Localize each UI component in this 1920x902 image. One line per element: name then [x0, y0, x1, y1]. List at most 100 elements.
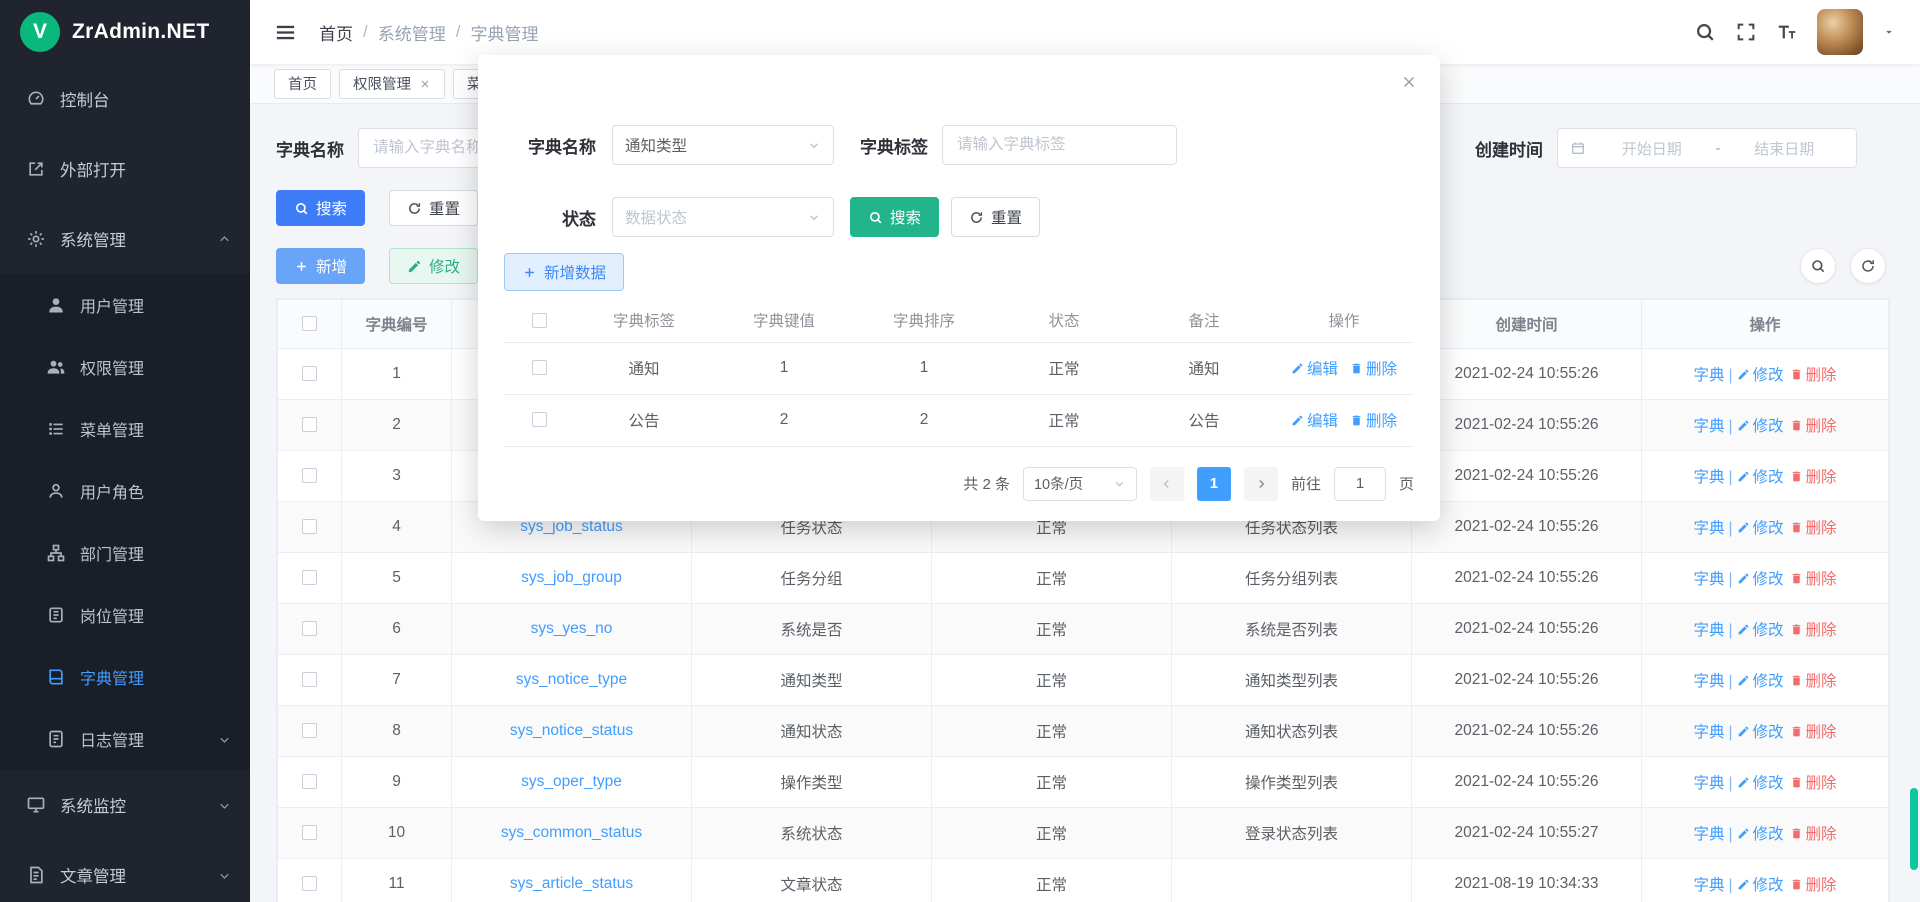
edit-link[interactable]: 修改 [1737, 469, 1784, 486]
dict-detail-link[interactable]: 字典 [1693, 520, 1724, 537]
dict-type-link[interactable]: sys_article_status [510, 875, 633, 892]
sidebar-item-department[interactable]: 部门管理 [0, 522, 250, 584]
delete-link[interactable]: 删除 [1350, 413, 1397, 430]
delete-link[interactable]: 删除 [1790, 724, 1837, 741]
dict-detail-link[interactable]: 字典 [1693, 826, 1724, 843]
edit-link[interactable]: 编辑 [1291, 361, 1338, 378]
breadcrumb-home[interactable]: 首页 [319, 20, 353, 45]
next-page-button[interactable] [1244, 467, 1278, 501]
edit-link[interactable]: 修改 [1737, 622, 1784, 639]
date-range-picker[interactable]: 开始日期 - 结束日期 [1557, 128, 1857, 168]
edit-link[interactable]: 修改 [1737, 877, 1784, 894]
dict-detail-link[interactable]: 字典 [1693, 571, 1724, 588]
add-button[interactable]: 新增 [276, 248, 365, 284]
edit-link[interactable]: 修改 [1737, 367, 1784, 384]
add-data-button[interactable]: 新增数据 [504, 253, 624, 291]
dialog-search-button[interactable]: 搜索 [850, 197, 939, 237]
dict-detail-link[interactable]: 字典 [1693, 724, 1724, 741]
dict-detail-link[interactable]: 字典 [1693, 469, 1724, 486]
edit-link[interactable]: 修改 [1737, 418, 1784, 435]
dict-type-link[interactable]: sys_job_group [521, 569, 622, 586]
dict-detail-link[interactable]: 字典 [1693, 775, 1724, 792]
row-checkbox[interactable] [302, 519, 317, 534]
avatar[interactable] [1817, 9, 1863, 55]
page-size-select[interactable]: 10条/页 [1023, 467, 1137, 501]
sidebar-item-dictionary[interactable]: 字典管理 [0, 646, 250, 708]
row-checkbox[interactable] [532, 412, 547, 427]
sidebar-item-monitor[interactable]: 系统监控 [0, 770, 250, 840]
dict-type-link[interactable]: sys_yes_no [531, 620, 613, 637]
dict-detail-link[interactable]: 字典 [1693, 673, 1724, 690]
delete-link[interactable]: 删除 [1790, 520, 1837, 537]
sidebar-item-user[interactable]: 用户管理 [0, 274, 250, 336]
row-checkbox[interactable] [302, 570, 317, 585]
dict-type-link[interactable]: sys_notice_status [510, 722, 633, 739]
row-checkbox[interactable] [302, 672, 317, 687]
tab-home[interactable]: 首页 [274, 69, 331, 99]
delete-link[interactable]: 删除 [1790, 775, 1837, 792]
delete-link[interactable]: 删除 [1790, 826, 1837, 843]
sidebar-item-menu[interactable]: 菜单管理 [0, 398, 250, 460]
prev-page-button[interactable] [1150, 467, 1184, 501]
edit-link[interactable]: 修改 [1737, 775, 1784, 792]
edit-link[interactable]: 修改 [1737, 571, 1784, 588]
dict-detail-link[interactable]: 字典 [1693, 622, 1724, 639]
delete-link[interactable]: 删除 [1790, 622, 1837, 639]
edit-link[interactable]: 修改 [1737, 826, 1784, 843]
row-checkbox[interactable] [532, 360, 547, 375]
select-all-checkbox[interactable] [532, 313, 547, 328]
row-checkbox[interactable] [302, 366, 317, 381]
sidebar-toggle-icon[interactable] [274, 21, 297, 44]
toggle-search-icon[interactable] [1800, 248, 1836, 284]
delete-link[interactable]: 删除 [1790, 877, 1837, 894]
sidebar-item-external[interactable]: 外部打开 [0, 134, 250, 204]
edit-link[interactable]: 编辑 [1291, 413, 1338, 430]
search-button[interactable]: 搜索 [276, 190, 365, 226]
delete-link[interactable]: 删除 [1790, 367, 1837, 384]
breadcrumb-system[interactable]: 系统管理 [378, 20, 446, 45]
select-all-checkbox[interactable] [302, 316, 317, 331]
status-select[interactable]: 数据状态 [612, 197, 834, 237]
page-scrollbar-thumb[interactable] [1910, 788, 1918, 870]
edit-button[interactable]: 修改 [389, 248, 478, 284]
sidebar-item-permission[interactable]: 权限管理 [0, 336, 250, 398]
edit-link[interactable]: 修改 [1737, 724, 1784, 741]
dict-type-link[interactable]: sys_oper_type [521, 773, 622, 790]
close-icon[interactable] [1400, 73, 1418, 91]
font-size-icon[interactable] [1776, 21, 1798, 43]
reset-button[interactable]: 重置 [389, 190, 478, 226]
sidebar-item-console[interactable]: 控制台 [0, 64, 250, 134]
row-checkbox[interactable] [302, 621, 317, 636]
delete-link[interactable]: 删除 [1790, 418, 1837, 435]
row-checkbox[interactable] [302, 468, 317, 483]
sidebar-item-role[interactable]: 用户角色 [0, 460, 250, 522]
search-icon[interactable] [1694, 21, 1716, 43]
refresh-icon[interactable] [1850, 248, 1886, 284]
edit-link[interactable]: 修改 [1737, 673, 1784, 690]
dict-name-select[interactable]: 通知类型 [612, 125, 834, 165]
sidebar-item-log[interactable]: 日志管理 [0, 708, 250, 770]
dict-type-link[interactable]: sys_common_status [501, 824, 642, 841]
sidebar-item-system[interactable]: 系统管理 [0, 204, 250, 274]
caret-down-icon[interactable] [1882, 25, 1896, 39]
delete-link[interactable]: 删除 [1350, 361, 1397, 378]
current-page-button[interactable]: 1 [1197, 467, 1231, 501]
goto-page-input[interactable] [1334, 467, 1386, 501]
dict-type-link[interactable]: sys_notice_type [516, 671, 627, 688]
tab-permission[interactable]: 权限管理 [339, 69, 445, 99]
dialog-reset-button[interactable]: 重置 [951, 197, 1040, 237]
row-checkbox[interactable] [302, 417, 317, 432]
row-checkbox[interactable] [302, 723, 317, 738]
dict-label-input[interactable] [942, 125, 1177, 165]
delete-link[interactable]: 删除 [1790, 469, 1837, 486]
row-checkbox[interactable] [302, 825, 317, 840]
fullscreen-icon[interactable] [1735, 21, 1757, 43]
edit-link[interactable]: 修改 [1737, 520, 1784, 537]
row-checkbox[interactable] [302, 876, 317, 891]
sidebar-item-post[interactable]: 岗位管理 [0, 584, 250, 646]
sidebar-item-article[interactable]: 文章管理 [0, 840, 250, 902]
dict-detail-link[interactable]: 字典 [1693, 418, 1724, 435]
delete-link[interactable]: 删除 [1790, 571, 1837, 588]
row-checkbox[interactable] [302, 774, 317, 789]
delete-link[interactable]: 删除 [1790, 673, 1837, 690]
